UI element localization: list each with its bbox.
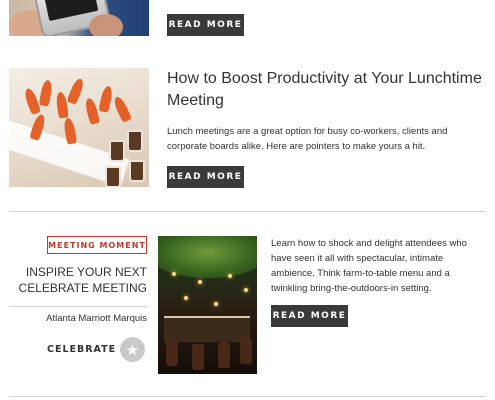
article-2-title[interactable]: How to Boost Productivity at Your Luncht…: [167, 68, 487, 112]
light-dot: [244, 288, 248, 292]
article-2-image[interactable]: [9, 68, 149, 187]
glass-shape: [127, 130, 143, 152]
article-2-description: Lunch meetings are a great option for bu…: [167, 126, 448, 152]
table-shape: [164, 316, 250, 342]
light-dot: [172, 272, 176, 276]
hand-shape: [89, 14, 123, 36]
meeting-moment-description: Learn how to shock and delight attendees…: [271, 238, 467, 294]
section-divider: [9, 211, 486, 212]
meeting-moment-venue: Atlanta Marriott Marquis: [46, 313, 147, 324]
light-dot: [214, 302, 218, 306]
meeting-moment-title[interactable]: INSPIRE YOUR NEXT CELEBRATE MEETING: [9, 264, 147, 296]
chair-shape: [192, 344, 204, 370]
leaf-shape: [38, 79, 54, 107]
meeting-moment-category: CELEBRATE: [47, 344, 117, 355]
glass-shape: [129, 160, 145, 182]
leaf-shape: [66, 77, 86, 105]
light-dot: [228, 274, 232, 278]
leaf-shape: [111, 95, 133, 123]
chair-shape: [240, 338, 252, 364]
leaf-shape: [98, 85, 114, 113]
article-1-image[interactable]: [9, 0, 149, 36]
meeting-moment-read-more-button[interactable]: READ MORE: [271, 305, 348, 327]
leaf-shape: [83, 97, 101, 125]
glass-shape: [105, 166, 121, 187]
chair-shape: [218, 342, 230, 368]
meeting-moment-image[interactable]: [158, 236, 257, 374]
meeting-moment-badge: MEETING MOMENT: [47, 236, 147, 254]
glass-shape: [109, 140, 125, 162]
leaf-shape: [55, 91, 69, 119]
article-2-read-more-button[interactable]: READ MORE: [167, 166, 244, 188]
light-dot: [198, 280, 202, 284]
meeting-moment-separator: [9, 306, 147, 307]
section-divider: [9, 396, 486, 397]
article-1-read-more-button[interactable]: READ MORE: [167, 14, 244, 36]
light-dot: [184, 296, 188, 300]
chair-shape: [166, 340, 178, 366]
star-icon: ★: [120, 337, 145, 362]
